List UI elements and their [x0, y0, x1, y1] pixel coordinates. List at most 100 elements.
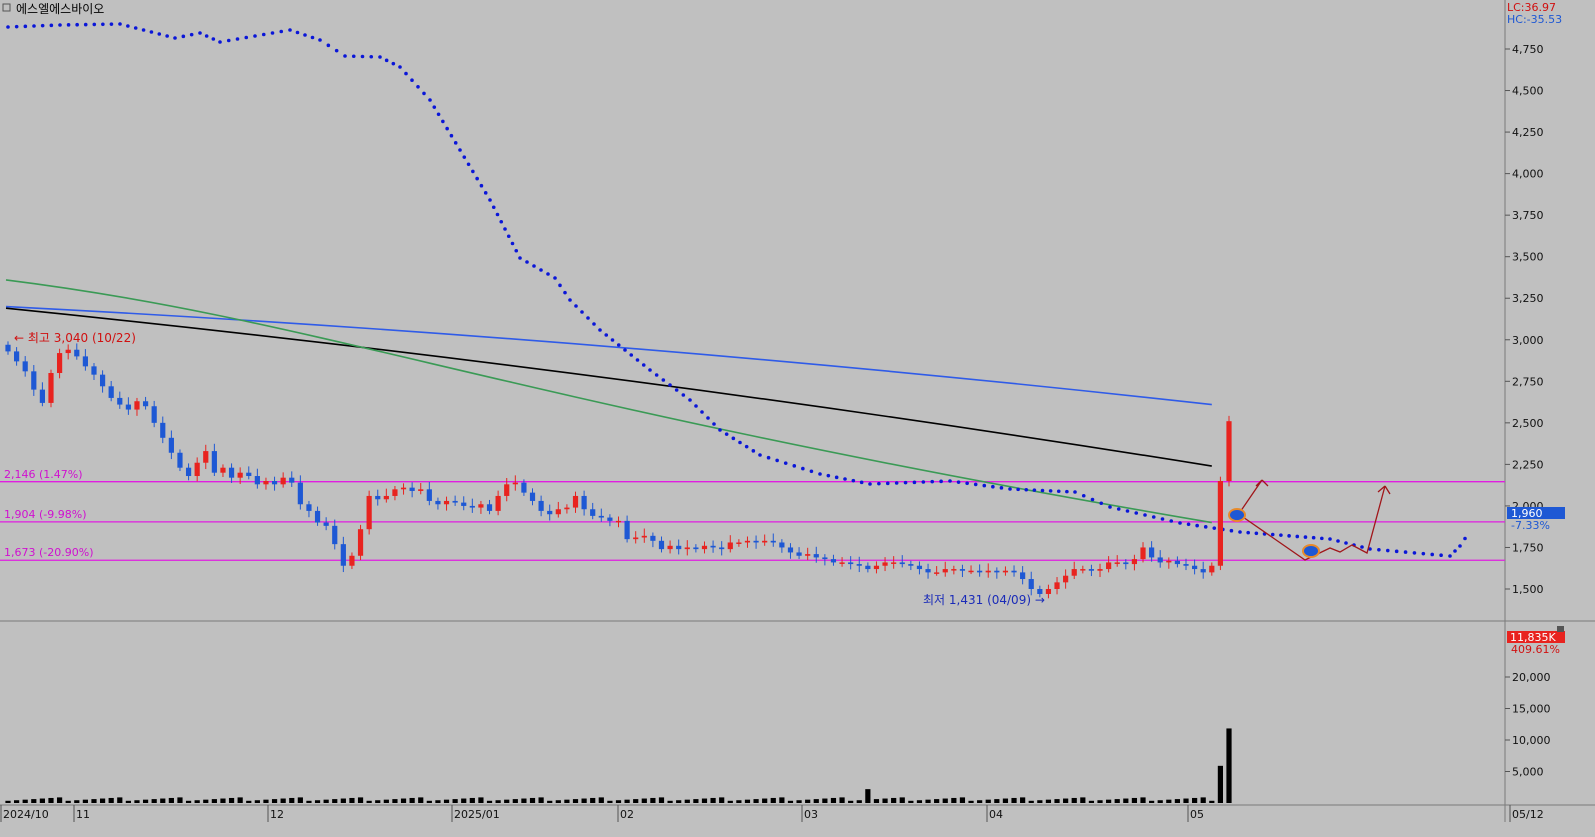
indicator-dot: [334, 48, 339, 53]
candle-body: [736, 542, 742, 544]
volume-change: 409.61%: [1511, 643, 1560, 656]
volume-bar: [168, 797, 174, 803]
candle-body: [727, 542, 733, 550]
indicator-dot: [428, 98, 432, 102]
volume-bar: [1209, 800, 1215, 803]
indicator-dot: [532, 264, 536, 268]
time-tick-label: 02: [620, 808, 634, 821]
indicator-dot: [1016, 487, 1020, 492]
candle-body: [13, 351, 20, 362]
indicator-dot: [133, 26, 138, 30]
indicator-dot: [404, 71, 408, 76]
candle-body: [719, 547, 725, 550]
volume-tick-label: 15,000: [1512, 703, 1551, 716]
indicator-dot: [826, 473, 831, 478]
pane-close-icon[interactable]: [1557, 626, 1564, 632]
candle-body: [538, 500, 544, 511]
candle-body: [306, 504, 312, 511]
indicator-dot: [1178, 521, 1182, 525]
volume-bar: [254, 800, 260, 803]
candle-body: [314, 510, 321, 523]
indicator-dot: [706, 416, 710, 420]
volume-bar: [942, 798, 948, 803]
candle-body: [349, 555, 355, 566]
volume-bar: [1080, 797, 1086, 803]
volume-bar: [693, 799, 699, 803]
indicator-dot: [1303, 535, 1308, 539]
candle-body: [366, 495, 372, 530]
hline-label-1: 2,146 (1.47%): [4, 468, 83, 481]
volume-bar: [1063, 798, 1069, 803]
indicator-dot: [792, 464, 797, 468]
volume-bar: [160, 798, 166, 803]
indicator-dot: [973, 482, 978, 487]
indicator-dot: [1412, 551, 1417, 555]
price-tick-label: 4,250: [1512, 126, 1544, 139]
candle-body: [529, 492, 536, 501]
candle-body: [1166, 560, 1172, 563]
candle-body: [228, 467, 235, 478]
indicator-dot: [525, 260, 529, 264]
candle-body: [263, 481, 269, 485]
price-tick-label: 3,500: [1512, 251, 1544, 264]
volume-bar: [856, 800, 862, 803]
indicator-dot: [641, 363, 646, 367]
indicator-dot: [391, 61, 396, 66]
candle-body: [581, 495, 587, 510]
indicator-dot: [1032, 488, 1037, 492]
volume-bar: [667, 800, 673, 803]
indicator-dot: [244, 35, 249, 40]
candle-body: [1045, 589, 1052, 594]
volume-bar: [177, 797, 183, 803]
volume-bar: [31, 799, 37, 803]
indicator-dot: [211, 37, 216, 41]
candle-body: [839, 562, 845, 564]
volume-bar: [538, 797, 544, 803]
volume-bar: [375, 800, 381, 803]
candle-body: [882, 562, 888, 566]
volume-tick-label: 5,000: [1512, 766, 1544, 779]
candle-body: [796, 552, 802, 556]
volume-bar: [899, 797, 905, 803]
candle-body: [908, 564, 914, 566]
volume-bar: [400, 798, 407, 803]
indicator-dot: [1430, 552, 1435, 557]
indicator-dot: [1073, 490, 1077, 494]
candle-body: [289, 477, 295, 483]
indicator-dot: [1195, 523, 1199, 528]
volume-bar: [1131, 797, 1138, 803]
indicator-dot: [558, 283, 562, 288]
hline-label-2: 1,904 (-9.98%): [4, 508, 86, 521]
indicator-dot: [518, 256, 522, 260]
volume-tick-label: 20,000: [1512, 671, 1551, 684]
volume-bar: [805, 799, 811, 803]
stock-chart[interactable]: 4,750 4,500 4,250 4,000 3,750 3,500 3,250 3,000…: [0, 0, 1595, 837]
volume-bar: [1174, 799, 1181, 803]
indicator-dot: [40, 23, 45, 28]
indicator-dot: [668, 383, 672, 387]
indicator-dot: [592, 322, 596, 326]
volume-bar: [203, 799, 209, 803]
volume-bar: [607, 800, 613, 803]
indicator-dot: [744, 444, 749, 449]
indicator-dot: [398, 65, 402, 69]
indicator-dot: [198, 31, 202, 35]
indicator-dot: [173, 36, 177, 40]
volume-tick-label: 10,000: [1512, 734, 1551, 747]
candle-body: [194, 462, 200, 477]
indicator-dot: [422, 91, 426, 96]
volume-bar: [951, 797, 957, 803]
candle-body: [770, 540, 776, 543]
time-tick-label: 2025/01: [454, 808, 500, 821]
indicator-dot: [279, 29, 284, 34]
indicator-dot: [783, 461, 788, 465]
volume-bar: [710, 797, 716, 803]
indicator-dot: [491, 205, 496, 210]
indicator-dot: [1385, 548, 1390, 553]
volume-bar: [753, 799, 759, 803]
indicator-dot: [261, 32, 266, 37]
candle-body: [486, 504, 493, 511]
candle-body: [641, 535, 647, 538]
volume-bar: [1123, 798, 1129, 803]
volume-bar: [1192, 797, 1198, 803]
